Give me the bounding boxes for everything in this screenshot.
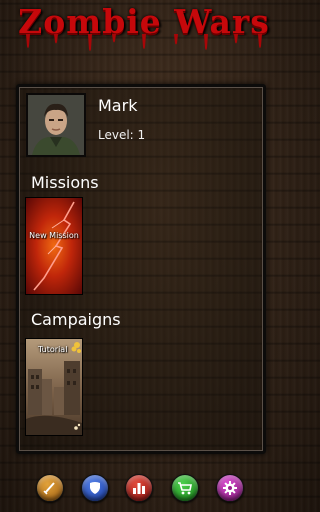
campaign-card-label: Tutorial <box>38 345 68 354</box>
campaigns-section-title: Campaigns <box>31 310 121 329</box>
campaign-card-tutorial[interactable]: Tutorial <box>25 338 83 436</box>
leaderboard-icon <box>133 483 145 494</box>
shop-cart-icon <box>178 482 192 495</box>
shop-cart-button[interactable] <box>171 474 199 502</box>
player-name: Mark <box>98 96 138 115</box>
settings-gear-icon <box>223 481 237 495</box>
soldier-portrait-icon <box>28 95 84 155</box>
missions-section-title: Missions <box>31 173 99 192</box>
player-level: Level: 1 <box>98 128 146 142</box>
profile-panel: Mark Level: 1 Missions New Mission Campa… <box>16 84 266 454</box>
lightning-red-thumbnail-icon <box>26 198 82 294</box>
mission-card-new[interactable]: New Mission <box>25 197 83 295</box>
shield-button[interactable] <box>81 474 109 502</box>
blood-drips-decoration <box>26 34 262 51</box>
bottom-toolbar <box>0 474 288 502</box>
player-avatar[interactable] <box>26 93 86 157</box>
sword-button[interactable] <box>36 474 64 502</box>
mission-card-label: New Mission <box>29 231 79 240</box>
sword-icon <box>43 482 55 495</box>
shield-icon <box>90 482 100 494</box>
leaderboard-button[interactable] <box>125 474 153 502</box>
settings-button[interactable] <box>216 474 244 502</box>
